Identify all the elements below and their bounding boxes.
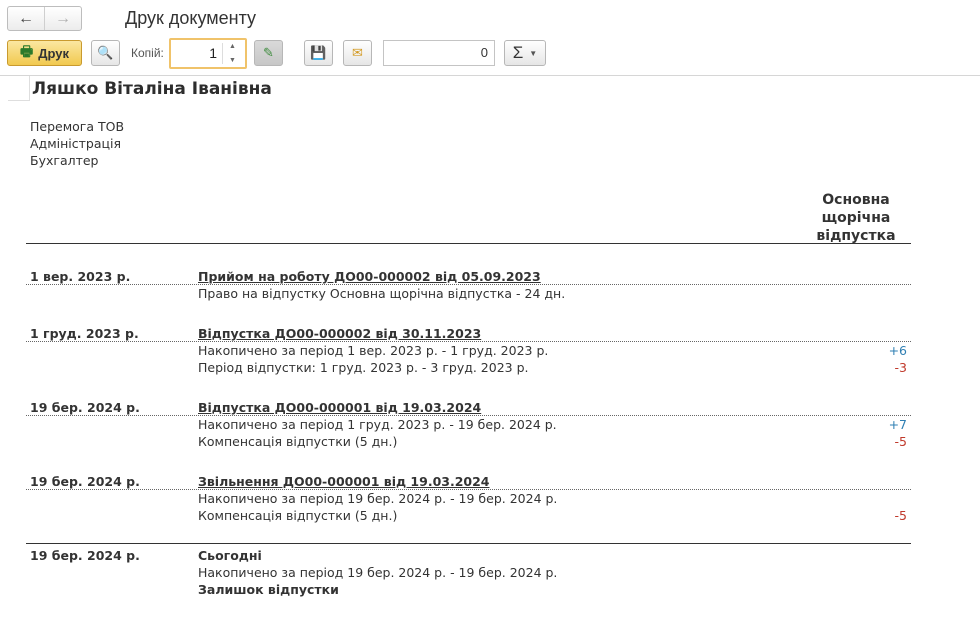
summary-rule xyxy=(26,543,911,544)
leave-days-value: -3 xyxy=(894,360,907,375)
sum-field[interactable]: 0 xyxy=(383,40,495,66)
event-date: 19 бер. 2024 р. xyxy=(30,400,140,415)
sigma-icon: Σ xyxy=(512,43,524,62)
dotted-rule xyxy=(26,284,911,285)
summary-title: Сьогодні xyxy=(198,548,262,563)
leave-balance-label: Залишок відпустки xyxy=(198,582,339,597)
event-date: 1 груд. 2023 р. xyxy=(30,326,139,341)
spin-up-icon[interactable]: ▲ xyxy=(229,43,236,50)
column-header-annual-leave: Основна щорічна відпустка xyxy=(816,192,896,244)
dotted-rule xyxy=(26,415,911,416)
save-button[interactable]: 💾 xyxy=(304,40,333,66)
send-email-button[interactable]: ✉ xyxy=(343,40,372,66)
event-document-link[interactable]: Прийом на роботу ДО00-000002 від 05.09.2… xyxy=(198,269,541,284)
employee-name: Ляшко Віталіна Іванівна xyxy=(32,79,272,99)
dotted-rule xyxy=(26,489,911,490)
copies-value: 1 xyxy=(209,45,217,61)
spin-down-icon[interactable]: ▼ xyxy=(229,57,236,64)
copies-input[interactable]: 1 ▲ ▼ xyxy=(169,38,247,69)
preview-button[interactable]: 🔍 xyxy=(91,40,120,66)
arrow-left-icon: ← xyxy=(18,9,34,27)
organization-name: Перемога ТОВ xyxy=(30,119,125,134)
leave-days-value: -5 xyxy=(894,508,907,523)
print-button-label: Друк xyxy=(38,45,69,61)
department-name: Адміністрація xyxy=(30,136,121,151)
event-detail-line: Право на відпустку Основна щорічна відпу… xyxy=(198,286,566,301)
navigation-buttons: ← → xyxy=(7,6,82,31)
forward-button[interactable]: → xyxy=(44,7,81,30)
position-name: Бухгалтер xyxy=(30,153,99,168)
sum-menu-button[interactable]: Σ ▼ xyxy=(504,40,546,66)
event-detail-line: Компенсація відпустки (5 дн.) xyxy=(198,434,398,449)
print-button[interactable]: 🖶 Друк xyxy=(7,40,82,66)
edit-icon: ✎ xyxy=(263,45,274,60)
window-title: Друк документу xyxy=(125,8,257,28)
leave-days-value: +6 xyxy=(888,343,907,358)
event-detail-line: Період відпустки: 1 груд. 2023 р. - 3 гр… xyxy=(198,360,529,375)
floppy-disk-icon: 💾 xyxy=(310,45,327,60)
summary-date: 19 бер. 2024 р. xyxy=(30,548,140,563)
magnifier-icon: 🔍 xyxy=(97,45,114,60)
event-document-link[interactable]: Звільнення ДО00-000001 від 19.03.2024 xyxy=(198,474,490,489)
event-date: 19 бер. 2024 р. xyxy=(30,474,140,489)
event-detail-line: Накопичено за період 19 бер. 2024 р. - 1… xyxy=(198,491,558,506)
event-detail-line: Компенсація відпустки (5 дн.) xyxy=(198,508,398,523)
arrow-right-icon: → xyxy=(55,9,71,27)
leave-days-value: -5 xyxy=(894,434,907,449)
envelope-icon: ✉ xyxy=(352,45,363,60)
edit-mode-button[interactable]: ✎ xyxy=(254,40,283,66)
event-detail-line: Накопичено за період 1 груд. 2023 р. - 1… xyxy=(198,417,557,432)
event-document-link[interactable]: Відпустка ДО00-000001 від 19.03.2024 xyxy=(198,400,481,415)
summary-accrued-line: Накопичено за період 19 бер. 2024 р. - 1… xyxy=(198,565,558,580)
copies-spinner[interactable]: ▲ ▼ xyxy=(222,43,242,64)
copies-label: Копій: xyxy=(131,46,164,60)
chevron-down-icon: ▼ xyxy=(529,48,538,58)
event-document-link[interactable]: Відпустка ДО00-000002 від 30.11.2023 xyxy=(198,326,481,341)
back-button[interactable]: ← xyxy=(8,7,44,30)
leave-days-value: +7 xyxy=(888,417,907,432)
report-document: Ляшко Віталіна Іванівна Перемога ТОВ Адм… xyxy=(0,76,980,634)
dotted-rule xyxy=(26,341,911,342)
header-rule xyxy=(26,243,911,244)
event-date: 1 вер. 2023 р. xyxy=(30,269,131,284)
event-detail-line: Накопичено за період 1 вер. 2023 р. - 1 … xyxy=(198,343,549,358)
printer-icon: 🖶 xyxy=(20,43,34,59)
